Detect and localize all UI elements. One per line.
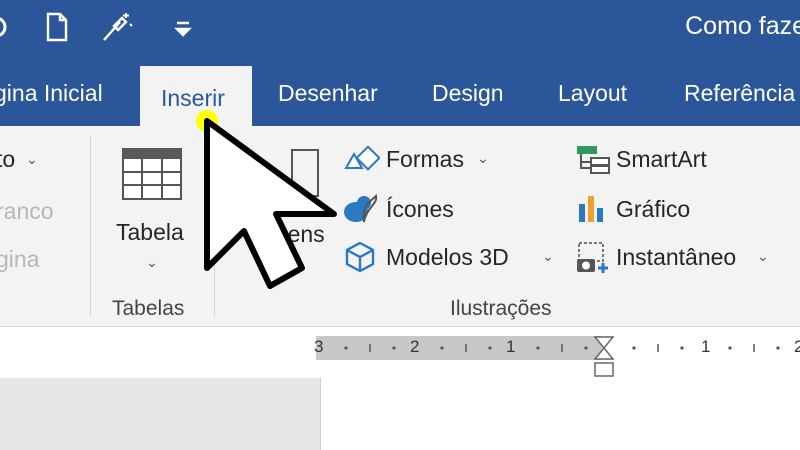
left-partial-label-2[interactable]: ranco <box>0 198 54 225</box>
indent-marker-icon[interactable] <box>593 335 615 384</box>
left-partial-label-3[interactable]: gina <box>0 246 39 273</box>
screenshot-icon[interactable] <box>575 241 611 280</box>
modelos3d-button-label[interactable]: Modelos 3D <box>386 244 509 271</box>
chevron-down-icon[interactable]: ⌄ <box>542 248 554 265</box>
table-button-label[interactable]: Tabela <box>116 219 184 246</box>
chevron-down-icon[interactable]: ⌄ <box>757 248 769 265</box>
chevron-down-icon[interactable]: ⌄ <box>146 254 158 271</box>
mouse-cursor-icon <box>204 118 384 323</box>
customize-toolbar-icon[interactable] <box>166 10 200 44</box>
tab-pagina-inicial[interactable]: gina Inicial <box>0 80 103 107</box>
tab-design[interactable]: Design <box>432 80 504 107</box>
chart-icon[interactable] <box>577 194 609 229</box>
tab-layout[interactable]: Layout <box>558 80 627 107</box>
group-label-ilustracoes: Ilustrações <box>450 297 552 320</box>
left-partial-label-1[interactable]: to <box>0 146 15 173</box>
chevron-down-icon: ⌄ <box>26 151 38 167</box>
tab-desenhar[interactable]: Desenhar <box>278 80 378 107</box>
ribbon-panel: to ⌄ ranco gina Tabela ⌄ Tabelas agens ⌄… <box>0 126 800 327</box>
magic-wand-icon[interactable] <box>100 10 134 44</box>
title-bar: Como faze <box>0 0 800 62</box>
group-separator <box>90 136 91 316</box>
horizontal-ruler[interactable]: 3 2 1 1 2 <box>314 336 800 360</box>
smartart-icon[interactable] <box>575 144 611 181</box>
ruler-ticks <box>344 344 780 352</box>
icones-button-label[interactable]: Ícones <box>386 196 454 223</box>
redo-icon[interactable] <box>0 10 22 44</box>
grafico-button-label[interactable]: Gráfico <box>616 196 690 223</box>
tab-referencias[interactable]: Referência <box>684 80 795 107</box>
ribbon-tabs: gina Inicial Inserir Desenhar Design Lay… <box>0 62 800 126</box>
smartart-button-label[interactable]: SmartArt <box>616 146 707 173</box>
group-label-tabelas: Tabelas <box>112 297 185 320</box>
document-title: Como faze <box>685 12 800 40</box>
table-icon[interactable] <box>122 148 182 205</box>
formas-button-label[interactable]: Formas <box>386 146 464 173</box>
new-document-icon[interactable] <box>40 10 74 44</box>
chevron-down-icon[interactable]: ⌄ <box>477 150 489 167</box>
page-margin-area <box>0 378 321 450</box>
instantaneo-button-label[interactable]: Instantâneo <box>616 244 736 271</box>
